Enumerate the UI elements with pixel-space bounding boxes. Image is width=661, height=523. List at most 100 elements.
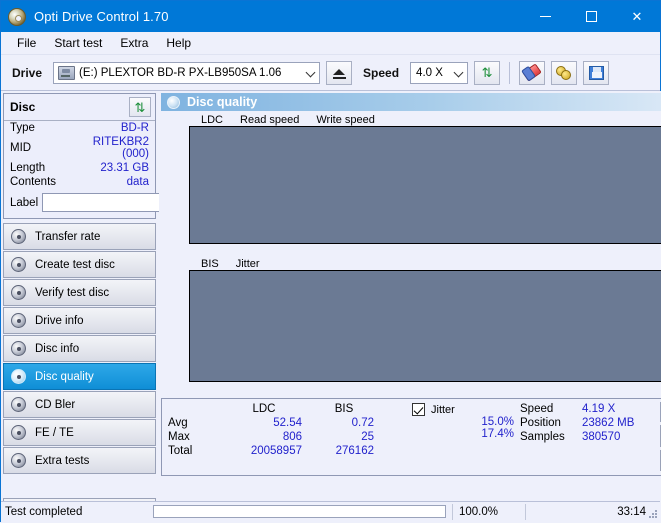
chevron-down-icon bbox=[453, 67, 464, 77]
disc-label-key: Label bbox=[10, 196, 39, 209]
close-icon: ✕ bbox=[631, 8, 643, 24]
progress-percent: 100.0% bbox=[459, 505, 499, 518]
disc-row-contents: Contents data bbox=[4, 175, 155, 189]
maximize-icon bbox=[585, 11, 597, 22]
content-area: Disc quality LDC Read speed Write speed … bbox=[159, 91, 661, 523]
sidebar-item-cd-bler[interactable]: CD Bler bbox=[3, 391, 156, 418]
clear-button[interactable] bbox=[519, 60, 546, 85]
sidebar-item-fe-te[interactable]: FE / TE bbox=[3, 419, 156, 446]
drive-select[interactable]: (E:) PLEXTOR BD-R PX-LB950SA 1.06 bbox=[53, 61, 321, 84]
stats-value-ldc-total: 20058957 bbox=[250, 445, 302, 457]
content-header-title: Disc quality bbox=[187, 95, 258, 109]
statistics-table: LDC BIS Avg 52.54 0.72 Max 806 25 Total … bbox=[162, 402, 412, 471]
position-value: 23862 MB bbox=[582, 417, 635, 429]
content-header: Disc quality bbox=[161, 93, 661, 111]
ldc-y-axis bbox=[161, 126, 189, 244]
menu-file[interactable]: File bbox=[8, 33, 45, 53]
disc-row-key: MID bbox=[10, 142, 32, 154]
window-title: Opti Drive Control 1.70 bbox=[34, 9, 169, 24]
stats-row-label: Total bbox=[168, 445, 193, 457]
minimize-button[interactable] bbox=[522, 1, 568, 32]
sidebar-item-label: Create test disc bbox=[35, 258, 115, 271]
disc-icon bbox=[11, 369, 26, 384]
disc-icon bbox=[11, 285, 26, 300]
legend-swatch bbox=[228, 115, 237, 124]
menu-extra[interactable]: Extra bbox=[111, 33, 157, 53]
elapsed-time: 33:14 bbox=[617, 505, 646, 518]
stats-header-bis: BIS bbox=[334, 403, 354, 415]
samples-label: Samples bbox=[520, 431, 565, 443]
charts-container: LDC Read speed Write speed BIS Jitter LD… bbox=[161, 111, 661, 523]
disc-icon bbox=[11, 453, 26, 468]
resize-grip[interactable] bbox=[648, 509, 657, 518]
menu-bar: File Start test Extra Help bbox=[1, 32, 660, 55]
sidebar-item-transfer-rate[interactable]: Transfer rate bbox=[3, 223, 156, 250]
main-body: Disc ⇅ Type BD-R MID RITEKBR2 (000) Leng… bbox=[1, 91, 661, 523]
chevron-down-icon bbox=[305, 67, 316, 77]
close-button[interactable]: ✕ bbox=[614, 1, 660, 32]
sidebar: Disc ⇅ Type BD-R MID RITEKBR2 (000) Leng… bbox=[1, 91, 246, 523]
ldc-x-axis bbox=[189, 244, 661, 257]
disc-row-key: Contents bbox=[10, 176, 57, 188]
refresh-button[interactable]: ⇅ bbox=[474, 60, 501, 85]
progress-bar bbox=[153, 505, 446, 518]
disc-refresh-button[interactable]: ⇅ bbox=[129, 97, 151, 117]
legend-swatch bbox=[304, 115, 313, 124]
legend-item-jitter: Jitter bbox=[224, 258, 260, 270]
legend-swatch bbox=[189, 115, 198, 124]
legend-label: Write speed bbox=[316, 113, 375, 126]
disc-panel-title: Disc bbox=[10, 100, 36, 114]
bis-plot-row bbox=[161, 270, 661, 382]
sidebar-item-disc-quality[interactable]: Disc quality bbox=[3, 363, 156, 390]
refresh-icon: ⇅ bbox=[481, 65, 493, 80]
disc-row-value: RITEKBR2 (000) bbox=[92, 136, 149, 160]
sidebar-item-label: CD Bler bbox=[35, 398, 76, 411]
legend-item-ldc: LDC bbox=[189, 114, 223, 126]
jitter-toggle-row: Jitter bbox=[412, 402, 520, 416]
menu-start-test[interactable]: Start test bbox=[45, 33, 111, 53]
legend-label: Jitter bbox=[235, 257, 260, 270]
drive-label: Drive bbox=[12, 65, 43, 80]
speed-select[interactable]: 4.0 X bbox=[410, 61, 469, 84]
disc-label-row: Label bbox=[4, 189, 246, 218]
ldc-chart-legend: LDC Read speed Write speed bbox=[161, 113, 661, 126]
bis-chart-legend: BIS Jitter bbox=[161, 257, 661, 270]
stats-value-bis-max: 25 bbox=[361, 431, 374, 443]
disc-row-mid: MID RITEKBR2 (000) bbox=[4, 135, 155, 161]
disc-icon bbox=[11, 229, 26, 244]
stats-value-bis-avg: 0.72 bbox=[351, 417, 374, 429]
sidebar-item-drive-info[interactable]: Drive info bbox=[3, 307, 156, 334]
jitter-checkbox[interactable] bbox=[412, 403, 425, 416]
sidebar-item-verify-test-disc[interactable]: Verify test disc bbox=[3, 279, 156, 306]
sidebar-nav: Transfer rate Create test disc Verify te… bbox=[3, 223, 156, 474]
disc-row-value: data bbox=[126, 176, 149, 188]
legend-swatch bbox=[224, 259, 233, 268]
ldc-chart: LDC Read speed Write speed bbox=[161, 113, 661, 257]
maximize-button[interactable] bbox=[568, 1, 614, 32]
sidebar-item-create-test-disc[interactable]: Create test disc bbox=[3, 251, 156, 278]
save-button[interactable] bbox=[583, 60, 610, 85]
stats-grid: LDC BIS Avg 52.54 0.72 Max 806 25 Total … bbox=[168, 402, 412, 458]
sidebar-item-extra-tests[interactable]: Extra tests bbox=[3, 447, 156, 474]
ldc-plot-area bbox=[189, 126, 661, 244]
legend-item-bis: BIS bbox=[189, 258, 219, 270]
eraser-icon bbox=[522, 63, 542, 82]
jitter-block: Jitter 15.0% 17.4% bbox=[412, 402, 520, 471]
menu-help[interactable]: Help bbox=[157, 33, 200, 53]
speed-block: Speed 4.19 X Position 23862 MB Samples 3… bbox=[520, 402, 660, 471]
disc-icon bbox=[11, 257, 26, 272]
legend-label: Read speed bbox=[240, 113, 300, 126]
eject-button[interactable] bbox=[326, 60, 353, 85]
sidebar-item-disc-info[interactable]: Disc info bbox=[3, 335, 156, 362]
status-message: Test completed bbox=[5, 505, 83, 518]
disc-row-length: Length 23.31 GB bbox=[4, 161, 155, 175]
samples-row: Samples 380570 bbox=[520, 430, 660, 444]
disc-icon bbox=[11, 425, 26, 440]
sidebar-item-label: Transfer rate bbox=[35, 230, 101, 243]
ldc-plot-row bbox=[161, 126, 661, 244]
drive-select-value: (E:) PLEXTOR BD-R PX-LB950SA 1.06 bbox=[79, 66, 282, 79]
bis-chart: BIS Jitter bbox=[161, 257, 661, 395]
toolbar-divider bbox=[509, 61, 511, 84]
coins-button[interactable] bbox=[551, 60, 578, 85]
position-row: Position 23862 MB bbox=[520, 416, 660, 430]
